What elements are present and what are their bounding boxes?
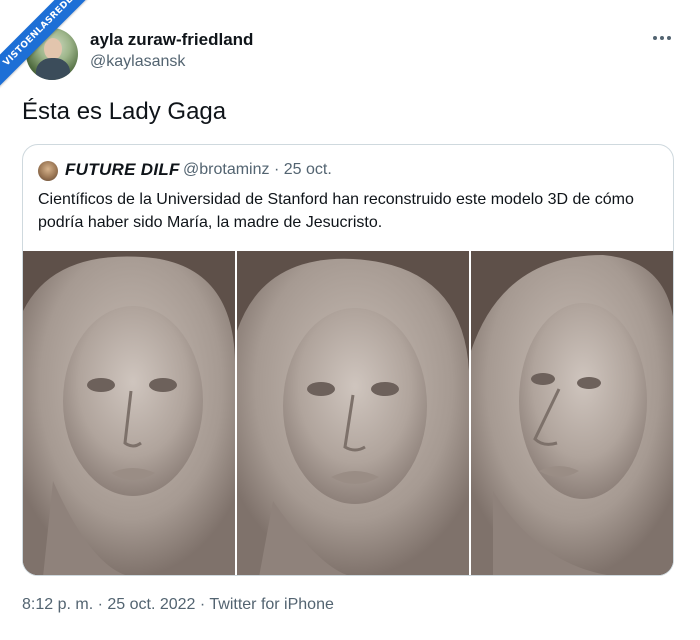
face-panel-right xyxy=(471,255,673,575)
more-horizontal-icon xyxy=(653,36,671,40)
tweet-timestamp[interactable]: 8:12 p. m. · 25 oct. 2022 · xyxy=(22,596,209,613)
face-panel-center xyxy=(237,258,471,575)
tweet-text: Ésta es Lady Gaga xyxy=(22,98,227,125)
quoted-author-meta: @brotaminz · 25 oct. xyxy=(183,161,332,179)
sculpted-faces-illustration xyxy=(23,251,673,575)
quoted-author-handle[interactable]: @brotaminz xyxy=(183,161,270,178)
author-display-name[interactable]: ayla zuraw-friedland xyxy=(90,30,253,50)
tweet-source-link[interactable]: Twitter for iPhone xyxy=(209,596,334,613)
tweet-footer-meta: 8:12 p. m. · 25 oct. 2022 · Twitter for … xyxy=(22,596,334,614)
quoted-tweet-image[interactable] xyxy=(23,251,673,575)
quoted-author-avatar[interactable] xyxy=(38,161,58,181)
quoted-author-display-name[interactable]: FUTURE DILF xyxy=(65,160,180,180)
more-options-button[interactable] xyxy=(650,26,674,50)
quoted-tweet-date[interactable]: · 25 oct. xyxy=(274,161,332,178)
author-handle[interactable]: @kaylasansk xyxy=(90,53,185,71)
quoted-tweet-text: Científicos de la Universidad de Stanfor… xyxy=(38,191,634,231)
face-panel-left xyxy=(23,256,239,575)
tweet-screenshot: VISTOENLASREDES ayla zuraw-friedland @ka… xyxy=(0,0,700,640)
quoted-tweet-card[interactable]: FUTURE DILF @brotaminz · 25 oct. Científ… xyxy=(22,144,674,576)
